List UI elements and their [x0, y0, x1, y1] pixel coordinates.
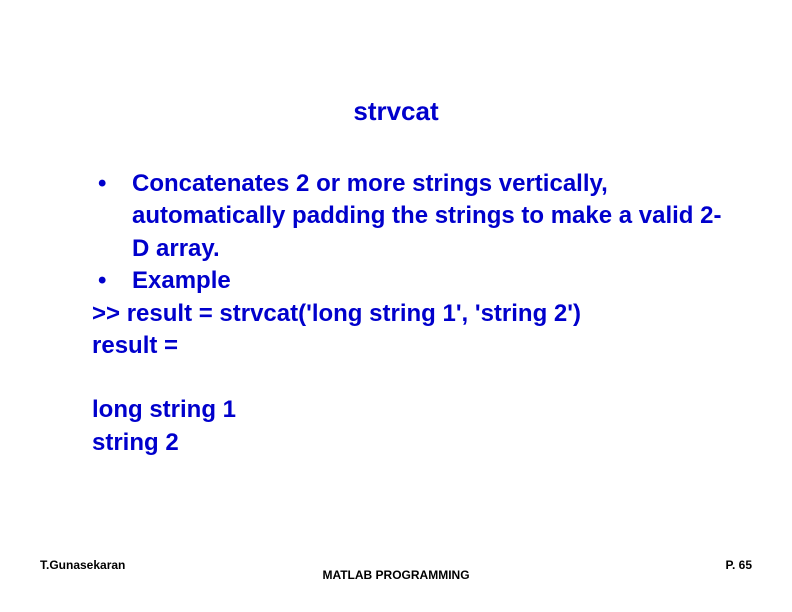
footer-center: MATLAB PROGRAMMING — [0, 568, 792, 582]
output-line: long string 1 — [92, 394, 722, 426]
bullet-item: • Concatenates 2 or more strings vertica… — [92, 168, 722, 265]
blank-line — [92, 362, 722, 394]
output-line: string 2 — [92, 427, 722, 459]
slide-title: strvcat — [0, 96, 792, 127]
slide: strvcat • Concatenates 2 or more strings… — [0, 0, 792, 612]
slide-content: • Concatenates 2 or more strings vertica… — [92, 168, 722, 459]
footer-page: P. 65 — [726, 558, 752, 572]
bullet-marker: • — [92, 168, 132, 265]
bullet-text: Concatenates 2 or more strings verticall… — [132, 168, 722, 265]
code-line: result = — [92, 330, 722, 362]
code-line: >> result = strvcat('long string 1', 'st… — [92, 298, 722, 330]
bullet-item: • Example — [92, 265, 722, 297]
bullet-marker: • — [92, 265, 132, 297]
bullet-text: Example — [132, 265, 722, 297]
